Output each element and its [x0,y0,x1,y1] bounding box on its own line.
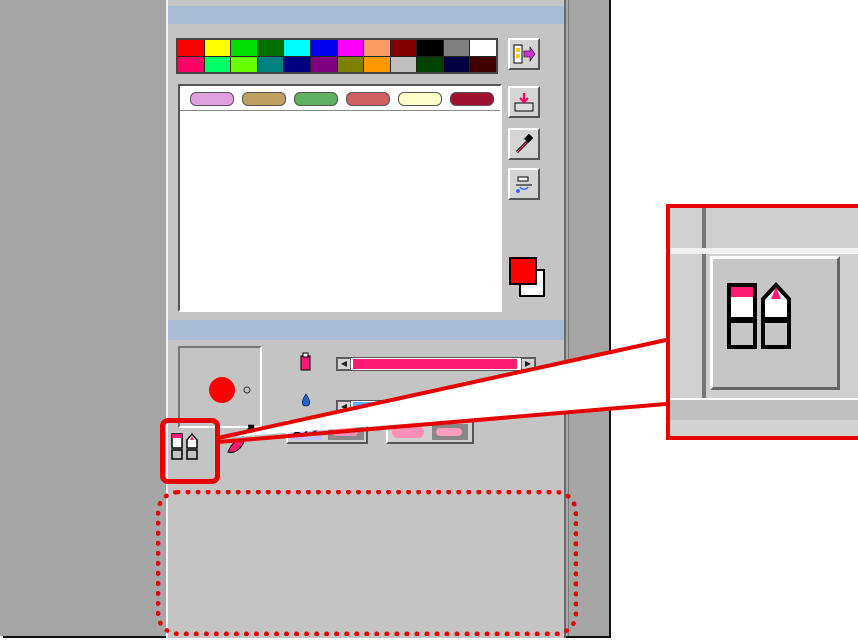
brush-panel-title-bar[interactable] [168,320,564,340]
stroke-mode-group-1 [286,420,368,444]
current-color-indicator[interactable] [508,256,548,305]
slider-icons [300,352,311,407]
left-gray-area [0,0,166,636]
density-increase-arrow[interactable]: ▶ [521,358,535,370]
color-swatch[interactable] [257,56,284,72]
custom-color-swatch[interactable] [294,92,338,106]
color-swatch[interactable] [390,40,417,56]
water-drop-icon [301,393,311,407]
brush-dot-large [209,377,235,403]
dab-stroke-button[interactable] [328,424,364,440]
color-swatch[interactable] [231,40,257,56]
color-swatch[interactable] [231,56,257,72]
dotted-highlight-area [156,490,578,636]
color-swatch[interactable] [470,56,496,72]
soft-stroke-button[interactable] [392,426,424,438]
zoomed-brush-type-button [710,256,840,390]
water-decrease-arrow[interactable]: ◀ [337,401,351,413]
eyedropper-icon [515,133,534,154]
custom-color-swatch[interactable] [190,92,234,106]
color-swatch[interactable] [443,56,470,72]
water-fill [353,402,407,412]
export-palette-button[interactable] [508,38,540,70]
paint-tube-icon [300,352,311,371]
color-swatch[interactable] [470,40,496,56]
color-swatch[interactable] [417,56,443,72]
paint-density-slider[interactable]: ◀ ▶ [336,357,536,371]
color-swatch[interactable] [284,56,310,72]
insert-color-icon [514,93,534,112]
color-swatch[interactable] [310,40,337,56]
color-swatch-grid [176,38,498,74]
color-swatch[interactable] [364,40,390,56]
color-swatch[interactable] [337,40,364,56]
brush-stroke-icon [227,424,255,453]
highlight-box [160,418,220,484]
color-swatch[interactable] [310,56,337,72]
custom-color-row [180,86,500,111]
color-swatch[interactable] [178,56,204,72]
color-swatch[interactable] [443,40,470,56]
hard-stroke-button[interactable] [432,424,468,440]
density-fill [353,359,517,369]
water-amount-slider[interactable]: ◀ [336,400,410,414]
color-swatch[interactable] [417,40,443,56]
stroke-mode-group-2 [386,420,474,444]
zoom-callout [666,204,858,440]
export-palette-icon [513,44,536,64]
color-swatch[interactable] [284,40,310,56]
blend-color-button[interactable] [508,168,540,200]
foreground-color-swatch[interactable] [509,257,537,285]
brush-dot-small [243,386,251,394]
blend-color-icon [516,176,532,193]
color-swatch[interactable] [204,56,231,72]
color-swatch[interactable] [257,40,284,56]
dab-stroke-icon [332,428,358,436]
brush-mode-button[interactable] [224,422,258,471]
eyedropper-button[interactable] [508,128,540,160]
insert-color-button[interactable] [508,86,540,118]
hard-stroke-icon [436,428,462,436]
freehand-line-icon [292,427,319,437]
brush-size-preview [209,377,251,403]
custom-color-swatch[interactable] [242,92,286,106]
custom-color-swatch[interactable] [450,92,494,106]
color-swatch[interactable] [337,56,364,72]
current-color-swatches [509,257,545,297]
custom-color-list[interactable] [178,84,502,312]
color-swatch[interactable] [390,56,417,72]
freehand-stroke-button[interactable] [290,424,322,440]
custom-color-swatch[interactable] [346,92,390,106]
palette-title-bar[interactable] [168,6,564,24]
brush-preview [178,346,262,428]
custom-color-swatch[interactable] [398,92,442,106]
zoomed-brush-type-icon [727,282,791,349]
color-swatch[interactable] [178,40,204,56]
color-swatch[interactable] [364,56,390,72]
density-decrease-arrow[interactable]: ◀ [337,358,351,370]
color-swatch[interactable] [204,40,231,56]
